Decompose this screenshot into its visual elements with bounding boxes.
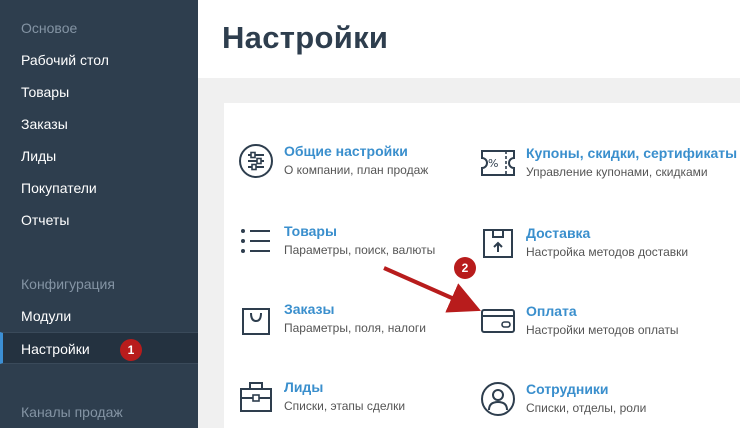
setting-delivery-title: Доставка bbox=[526, 225, 591, 241]
sidebar-item-settings[interactable]: Настройки bbox=[0, 332, 198, 364]
setting-orders-desc: Параметры, поля, налоги bbox=[284, 321, 426, 335]
page-header: Настройки bbox=[198, 0, 740, 78]
sidebar-group-config: Конфигурация bbox=[21, 276, 115, 292]
setting-leads-desc: Списки, этапы сделки bbox=[284, 399, 406, 413]
list-icon bbox=[238, 223, 274, 259]
box-icon bbox=[480, 225, 516, 261]
setting-products[interactable]: Товары Параметры, поиск, валюты bbox=[238, 223, 458, 263]
bag-icon bbox=[238, 301, 274, 337]
setting-leads-title: Лиды bbox=[284, 379, 324, 395]
user-icon bbox=[480, 381, 516, 417]
sliders-icon bbox=[238, 143, 274, 179]
setting-employees[interactable]: Сотрудники Списки, отделы, роли bbox=[480, 381, 700, 421]
setting-payment[interactable]: Оплата Настройки методов оплаты bbox=[480, 303, 700, 343]
setting-employees-desc: Списки, отделы, роли bbox=[526, 401, 647, 415]
setting-employees-title: Сотрудники bbox=[526, 381, 609, 397]
sidebar-item-reports[interactable]: Отчеты bbox=[0, 204, 198, 236]
page-title: Настройки bbox=[222, 20, 389, 55]
sidebar-item-products[interactable]: Товары bbox=[0, 76, 198, 108]
sidebar-item-dashboard[interactable]: Рабочий стол bbox=[0, 44, 198, 76]
setting-coupons[interactable]: % Купоны, скидки, сертификаты Управление… bbox=[480, 145, 740, 185]
step-badge-2: 2 bbox=[454, 257, 476, 279]
sidebar-item-orders[interactable]: Заказы bbox=[0, 108, 198, 140]
sidebar-item-customers[interactable]: Покупатели bbox=[0, 172, 198, 204]
sidebar-group-channels: Каналы продаж bbox=[21, 404, 123, 420]
briefcase-icon bbox=[238, 379, 274, 415]
sidebar-group-main: Основое bbox=[21, 20, 78, 36]
sidebar-item-modules[interactable]: Модули bbox=[0, 300, 198, 332]
setting-payment-desc: Настройки методов оплаты bbox=[526, 323, 679, 337]
setting-delivery[interactable]: Доставка Настройка методов доставки bbox=[480, 225, 700, 265]
step-badge-1: 1 bbox=[120, 339, 142, 361]
setting-general[interactable]: Общие настройки О компании, план продаж bbox=[238, 143, 458, 183]
setting-delivery-desc: Настройка методов доставки bbox=[526, 245, 689, 259]
setting-coupons-desc: Управление купонами, скидками bbox=[526, 165, 708, 179]
sidebar-item-leads[interactable]: Лиды bbox=[0, 140, 198, 172]
setting-leads[interactable]: Лиды Списки, этапы сделки bbox=[238, 379, 458, 419]
setting-payment-title: Оплата bbox=[526, 303, 577, 319]
setting-products-title: Товары bbox=[284, 223, 337, 239]
setting-general-desc: О компании, план продаж bbox=[284, 163, 429, 177]
sidebar: Основое Рабочий стол Товары Заказы Лиды … bbox=[0, 0, 198, 428]
setting-coupons-title: Купоны, скидки, сертификаты bbox=[526, 145, 738, 161]
setting-products-desc: Параметры, поиск, валюты bbox=[284, 243, 436, 257]
svg-text:%: % bbox=[488, 157, 498, 170]
main-content: Настройки Общие настройки О компании, пл… bbox=[198, 0, 740, 428]
setting-general-title: Общие настройки bbox=[284, 143, 408, 159]
setting-orders-title: Заказы bbox=[284, 301, 335, 317]
coupon-icon: % bbox=[480, 145, 516, 181]
